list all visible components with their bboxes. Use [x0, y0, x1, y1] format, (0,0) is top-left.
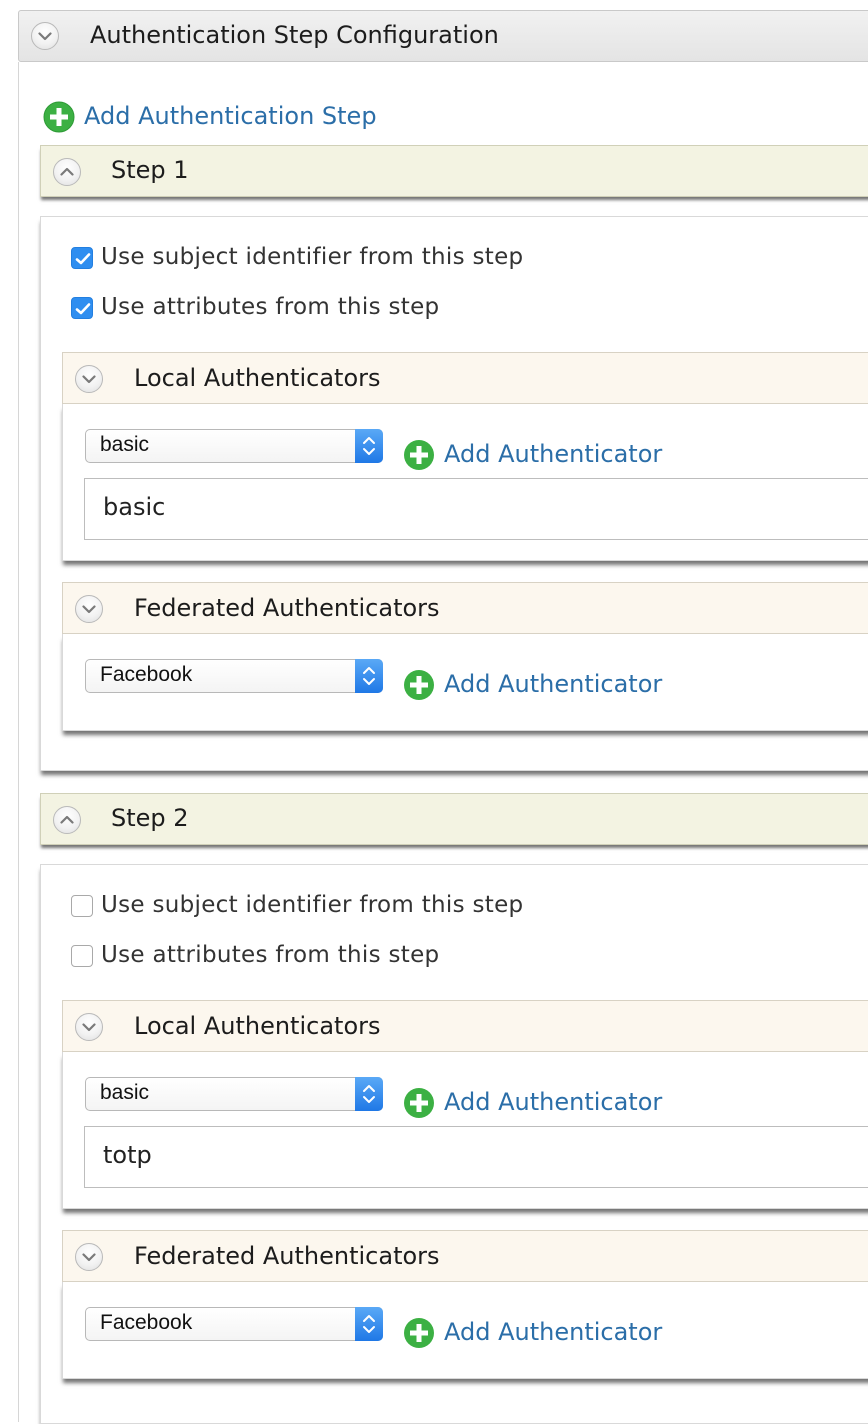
chevron-down-icon[interactable] — [75, 595, 103, 623]
local-authenticators-header[interactable]: Local Authenticators — [62, 352, 868, 404]
step-1-header[interactable]: Step 1 — [40, 145, 868, 197]
use-attributes-checkbox[interactable] — [71, 945, 93, 967]
chevron-down-icon[interactable] — [75, 1013, 103, 1041]
federated-authenticators-title: Federated Authenticators — [134, 1242, 440, 1270]
federated-authenticators-header[interactable]: Federated Authenticators — [62, 582, 868, 634]
step-2-header[interactable]: Step 2 — [40, 793, 868, 845]
updown-arrows-icon[interactable] — [355, 659, 383, 693]
chevron-down-icon[interactable] — [75, 365, 103, 393]
plus-circle-icon[interactable] — [403, 439, 435, 471]
list-item[interactable]: basic — [103, 493, 165, 521]
chevron-up-icon[interactable] — [53, 158, 81, 186]
updown-arrows-icon[interactable] — [355, 1077, 383, 1111]
section-header[interactable]: Authentication Step Configuration — [18, 10, 868, 62]
local-authenticator-list: basic — [84, 478, 868, 540]
updown-arrows-icon[interactable] — [355, 1307, 383, 1341]
step-title: Step 1 — [111, 156, 189, 184]
list-item[interactable]: totp — [103, 1141, 152, 1169]
step-title: Step 2 — [111, 804, 189, 832]
add-authenticator-link[interactable]: Add Authenticator — [444, 670, 662, 698]
use-attributes-label: Use attributes from this step — [101, 294, 440, 320]
local-authenticator-select[interactable]: basic — [85, 429, 383, 463]
select-value: basic — [100, 1081, 150, 1104]
federated-authenticator-select[interactable]: Facebook — [85, 659, 383, 693]
local-authenticators-title: Local Authenticators — [134, 1012, 381, 1040]
select-value: Facebook — [100, 663, 193, 686]
federated-authenticator-select[interactable]: Facebook — [85, 1307, 383, 1341]
federated-authenticators-header[interactable]: Federated Authenticators — [62, 1230, 868, 1282]
plus-circle-icon[interactable] — [403, 669, 435, 701]
section-title: Authentication Step Configuration — [90, 21, 499, 49]
select-value: basic — [100, 433, 150, 456]
add-authenticator-link[interactable]: Add Authenticator — [444, 1318, 662, 1346]
federated-authenticators-title: Federated Authenticators — [134, 594, 440, 622]
add-authenticator-link[interactable]: Add Authenticator — [444, 440, 662, 468]
local-authenticator-select[interactable]: basic — [85, 1077, 383, 1111]
add-authentication-step-link[interactable]: Add Authentication Step — [84, 102, 377, 130]
use-attributes-label: Use attributes from this step — [101, 942, 440, 968]
select-value: Facebook — [100, 1311, 193, 1334]
plus-circle-icon[interactable] — [403, 1317, 435, 1349]
local-authenticators-title: Local Authenticators — [134, 364, 381, 392]
use-subject-label: Use subject identifier from this step — [101, 244, 524, 270]
use-subject-checkbox[interactable] — [71, 895, 93, 917]
chevron-down-icon[interactable] — [75, 1243, 103, 1271]
chevron-down-icon[interactable] — [31, 22, 59, 50]
local-authenticators-header[interactable]: Local Authenticators — [62, 1000, 868, 1052]
use-subject-checkbox[interactable] — [71, 247, 93, 269]
add-authenticator-link[interactable]: Add Authenticator — [444, 1088, 662, 1116]
use-attributes-checkbox[interactable] — [71, 297, 93, 319]
plus-circle-icon[interactable] — [403, 1087, 435, 1119]
use-subject-label: Use subject identifier from this step — [101, 892, 524, 918]
updown-arrows-icon[interactable] — [355, 429, 383, 463]
chevron-up-icon[interactable] — [53, 806, 81, 834]
plus-circle-icon[interactable] — [43, 101, 75, 133]
local-authenticator-list: totp — [84, 1126, 868, 1188]
